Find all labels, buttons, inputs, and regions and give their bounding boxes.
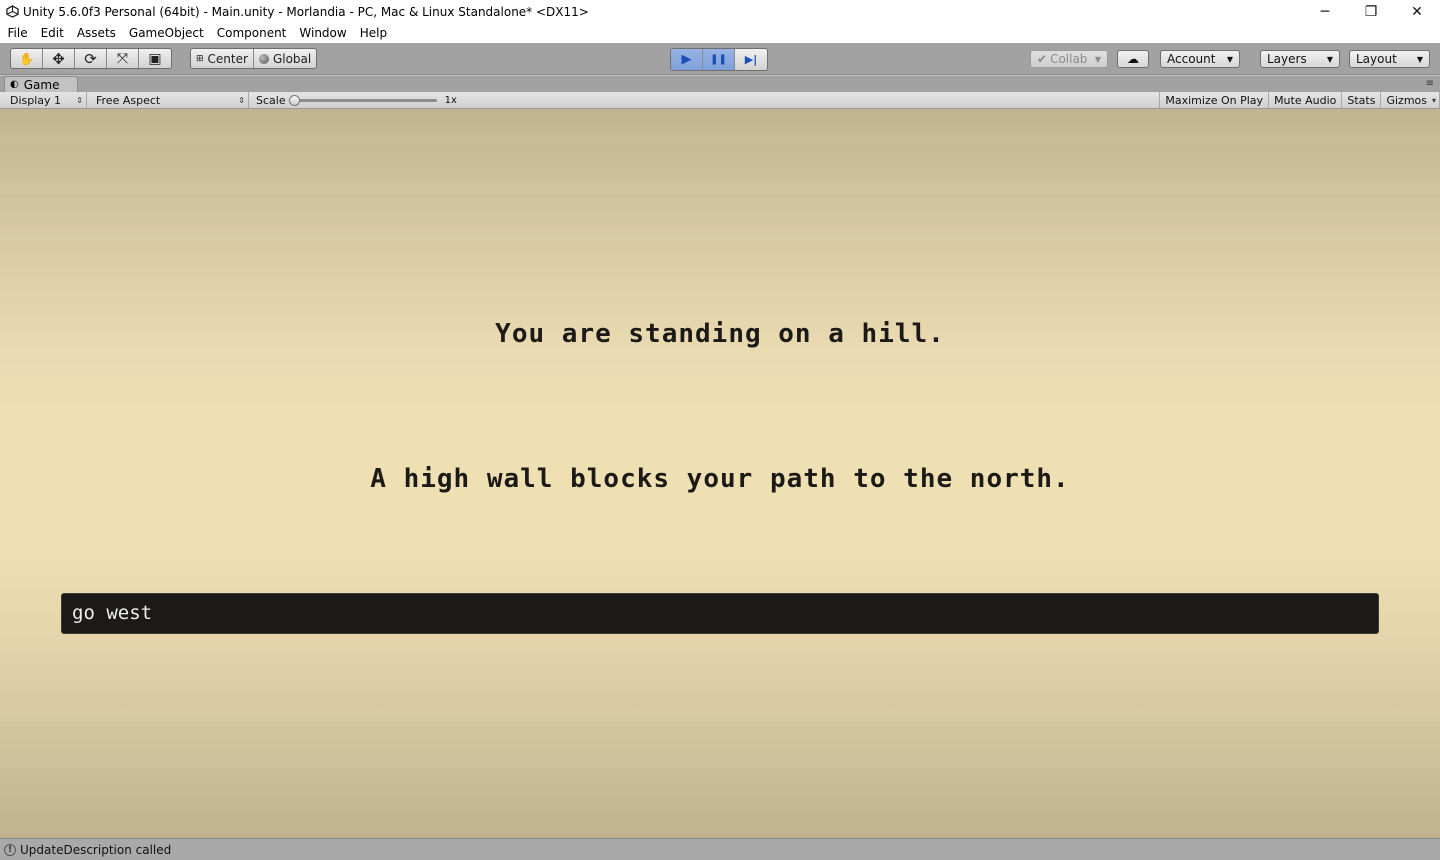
background-band xyxy=(0,709,1440,721)
layers-dropdown[interactable]: Layers ▼ xyxy=(1260,50,1340,68)
pause-button[interactable]: ❚❚ xyxy=(703,49,735,70)
cloud-button[interactable]: ☁ xyxy=(1117,50,1149,68)
pause-icon: ❚❚ xyxy=(710,54,727,65)
window-controls: ─ ❐ ✕ xyxy=(1302,0,1440,23)
scale-label: Scale xyxy=(256,93,286,107)
layout-dropdown[interactable]: Layout ▼ xyxy=(1349,50,1430,68)
game-controller-icon: ◐ xyxy=(10,79,19,90)
hand-tool-button[interactable]: ✋ xyxy=(11,49,43,68)
move-tool-button[interactable]: ✥ xyxy=(43,49,75,68)
layers-label: Layers xyxy=(1267,52,1307,66)
chevron-down-icon: ▾ xyxy=(1431,95,1436,105)
menu-bar: File Edit Assets GameObject Component Wi… xyxy=(0,23,1440,43)
tab-game-label: Game xyxy=(23,77,60,92)
layout-label: Layout xyxy=(1356,52,1397,66)
chevron-down-icon: ▼ xyxy=(1226,54,1233,64)
scale-value: 1x xyxy=(444,94,457,106)
pivot-icon: ⊞ xyxy=(196,53,204,64)
collab-button[interactable]: ✔ Collab ▼ xyxy=(1030,50,1108,68)
game-view-toolbar: Display 1 ⇕ Free Aspect ⇕ Scale 1x Maxim… xyxy=(0,91,1440,109)
console-status-bar[interactable]: ! UpdateDescription called xyxy=(0,838,1440,860)
menu-assets[interactable]: Assets xyxy=(70,23,122,43)
gizmos-label: Gizmos xyxy=(1386,93,1427,107)
aspect-select[interactable]: Free Aspect ⇕ xyxy=(87,91,249,109)
cloud-icon: ☁ xyxy=(1127,52,1139,66)
space-global-button[interactable]: Global xyxy=(254,49,316,68)
step-button[interactable]: ▶| xyxy=(735,49,767,70)
chevron-down-icon: ▼ xyxy=(1326,54,1333,64)
panel-tabstrip: ◐ Game ≡ xyxy=(0,76,1440,92)
scale-control: Scale 1x xyxy=(249,92,462,109)
panel-menu-icon[interactable]: ≡ xyxy=(1426,78,1434,89)
game-view[interactable]: You are standing on a hill. A high wall … xyxy=(0,109,1440,838)
mute-audio-toggle[interactable]: Mute Audio xyxy=(1269,91,1343,109)
scale-slider[interactable] xyxy=(288,94,437,106)
menu-window[interactable]: Window xyxy=(293,23,353,43)
chevron-down-icon: ▼ xyxy=(1094,54,1101,64)
status-message: UpdateDescription called xyxy=(20,842,172,857)
rect-tool-icon: ▣ xyxy=(148,50,162,67)
play-button[interactable]: ▶ xyxy=(671,49,703,70)
obstacle-description: A high wall blocks your path to the nort… xyxy=(370,464,1070,494)
hand-icon: ✋ xyxy=(19,51,34,66)
background-band xyxy=(0,181,1440,193)
display-label: Display 1 xyxy=(10,93,62,107)
updown-arrow-icon: ⇕ xyxy=(76,95,83,105)
display-select[interactable]: Display 1 ⇕ xyxy=(0,91,87,109)
aspect-label: Free Aspect xyxy=(96,93,161,107)
menu-component[interactable]: Component xyxy=(210,23,293,43)
check-icon: ✔ xyxy=(1037,52,1048,66)
background-band xyxy=(0,229,1440,241)
command-input[interactable]: go west xyxy=(61,593,1379,634)
collab-label: Collab xyxy=(1050,52,1088,66)
account-dropdown[interactable]: Account ▼ xyxy=(1160,50,1240,68)
rotate-icon: ⟳ xyxy=(84,49,97,68)
gizmos-toggle[interactable]: Gizmos ▾ xyxy=(1381,91,1440,109)
pivot-label: Center xyxy=(207,51,248,66)
menu-edit[interactable]: Edit xyxy=(34,23,70,43)
pivot-center-button[interactable]: ⊞ Center xyxy=(191,49,254,68)
menu-help[interactable]: Help xyxy=(353,23,393,43)
move-icon: ✥ xyxy=(52,49,65,68)
rect-tool-button[interactable]: ▣ xyxy=(139,49,171,68)
scale-icon: ⤧ xyxy=(116,50,129,67)
window-titlebar: Unity 5.6.0f3 Personal (64bit) - Main.un… xyxy=(0,0,1440,23)
scale-slider-thumb[interactable] xyxy=(288,94,300,106)
stats-toggle[interactable]: Stats xyxy=(1342,91,1382,109)
rotate-tool-button[interactable]: ⟳ xyxy=(75,49,107,68)
maximize-on-play-toggle[interactable]: Maximize On Play xyxy=(1159,91,1270,109)
step-icon: ▶| xyxy=(744,53,758,66)
background-band xyxy=(0,133,1440,145)
game-view-options: Maximize On Play Mute Audio Stats Gizmos… xyxy=(1159,91,1440,109)
scale-tool-button[interactable]: ⤧ xyxy=(107,49,139,68)
close-icon[interactable]: ✕ xyxy=(1394,0,1440,23)
transform-tools: ✋ ✥ ⟳ ⤧ ▣ xyxy=(10,48,172,69)
window-title: Unity 5.6.0f3 Personal (64bit) - Main.un… xyxy=(23,4,589,19)
minimize-icon[interactable]: ─ xyxy=(1302,0,1348,23)
space-label: Global xyxy=(272,51,312,66)
account-label: Account xyxy=(1167,52,1216,66)
background-band xyxy=(0,757,1440,769)
menu-file[interactable]: File xyxy=(1,23,34,43)
updown-arrow-icon: ⇕ xyxy=(238,95,245,105)
unity-logo-icon xyxy=(5,5,19,19)
menu-gameobject[interactable]: GameObject xyxy=(122,23,210,43)
location-description: You are standing on a hill. xyxy=(495,319,945,349)
info-icon: ! xyxy=(4,843,16,856)
main-toolbar: ✋ ✥ ⟳ ⤧ ▣ ⊞ Center Global ▶ ❚❚ ▶| ✔ Coll… xyxy=(0,43,1440,75)
pivot-toggles: ⊞ Center Global xyxy=(190,48,318,69)
globe-icon xyxy=(258,53,269,64)
restore-icon[interactable]: ❐ xyxy=(1348,0,1394,23)
play-controls: ▶ ❚❚ ▶| xyxy=(670,48,768,71)
tab-game[interactable]: ◐ Game xyxy=(4,76,78,92)
play-icon: ▶ xyxy=(681,52,692,67)
chevron-down-icon: ▼ xyxy=(1416,54,1423,64)
